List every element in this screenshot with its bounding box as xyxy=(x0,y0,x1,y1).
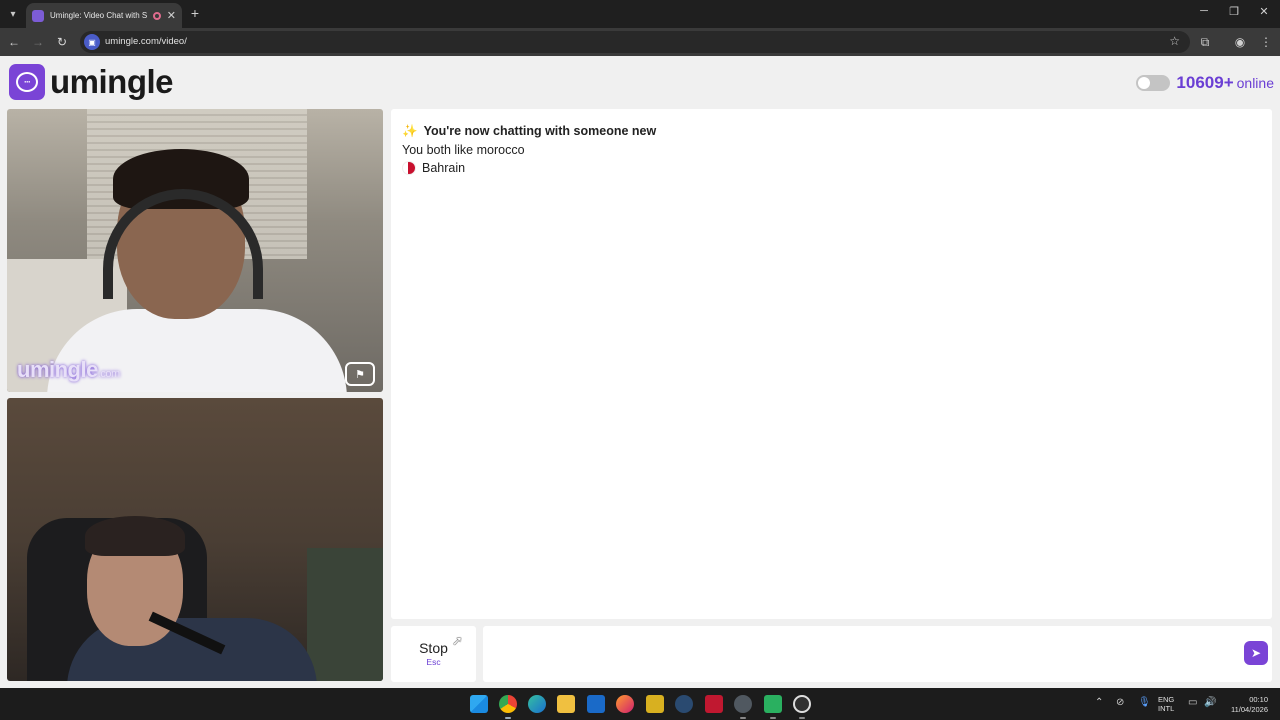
tray-chevron-up-icon[interactable]: ⌃ xyxy=(1095,697,1103,708)
notes-app-icon[interactable] xyxy=(646,695,664,713)
outlook-icon[interactable] xyxy=(587,695,605,713)
taskbar: ⌃ ⊘ 🎙 ENG INTL ▭ 🔊 00:10 11/04/2026 xyxy=(0,688,1280,720)
chat-message: Bahrain xyxy=(402,161,465,175)
stop-button[interactable]: Stop Esc xyxy=(391,626,476,682)
chat-log: ✨ You're now chatting with someone new Yo… xyxy=(391,109,1272,619)
chat-message: ✨ You're now chatting with someone new xyxy=(402,124,657,138)
chrome-icon[interactable] xyxy=(499,695,517,713)
mouse-cursor-icon: ➚ xyxy=(452,633,463,648)
profile-icon[interactable]: ◉ xyxy=(1232,34,1248,50)
settings-app-icon[interactable] xyxy=(734,695,752,713)
close-tab-icon[interactable]: ✕ xyxy=(167,9,176,22)
bookmark-star-icon[interactable]: ☆ xyxy=(1169,34,1180,48)
site-info-icon[interactable]: ▣ xyxy=(84,34,100,50)
tab-title: Umingle: Video Chat with S xyxy=(50,11,148,20)
restore-icon[interactable]: ❐ xyxy=(1226,5,1242,18)
minimize-icon[interactable]: ─ xyxy=(1196,5,1212,17)
edge-icon[interactable] xyxy=(528,695,546,713)
logo-text: umingle xyxy=(50,63,174,100)
report-flag-icon[interactable]: ⚑ xyxy=(345,362,375,386)
display-icon[interactable]: ▭ xyxy=(1188,697,1197,708)
language-indicator[interactable]: ENG INTL xyxy=(1158,695,1174,713)
forward-icon[interactable]: → xyxy=(29,33,47,51)
tab-search-icon[interactable]: ▾ xyxy=(4,5,22,23)
online-status: 10609+ online xyxy=(1136,73,1274,93)
theme-toggle[interactable] xyxy=(1136,75,1171,91)
network-off-icon[interactable]: ⊘ xyxy=(1116,697,1124,708)
new-tab-button[interactable]: + xyxy=(188,5,202,21)
chat-bubble-logo-icon: ··· xyxy=(9,64,45,100)
reload-icon[interactable]: ↻ xyxy=(53,33,71,51)
media-player-icon[interactable] xyxy=(793,695,811,713)
extensions-icon[interactable]: ⧉ xyxy=(1197,34,1213,50)
steam-icon[interactable] xyxy=(675,695,693,713)
browser-toolbar: ← → ↻ ▣ umingle.com/video/ ☆ ⧉ ◉ ⋮ xyxy=(0,28,1280,56)
message-input[interactable] xyxy=(483,626,1272,682)
online-label: online xyxy=(1236,75,1274,91)
stop-shortcut: Esc xyxy=(426,657,441,667)
sparkle-icon: ✨ xyxy=(402,124,418,138)
firefox-icon[interactable] xyxy=(616,695,634,713)
remote-video: umingle.com ⚑ xyxy=(7,109,383,392)
browser-tab[interactable]: Umingle: Video Chat with S ✕ xyxy=(26,3,182,28)
url-text: umingle.com/video/ xyxy=(105,36,187,47)
umingle-favicon-icon xyxy=(32,9,44,22)
chat-message: You both like morocco xyxy=(402,143,525,157)
adobe-icon[interactable] xyxy=(705,695,723,713)
back-icon[interactable]: ← xyxy=(5,33,23,51)
site-logo[interactable]: ··· umingle xyxy=(9,63,174,101)
browser-tab-bar: ▾ Umingle: Video Chat with S ✕ + ─ ❐ ✕ xyxy=(0,0,1280,28)
menu-kebab-icon[interactable]: ⋮ xyxy=(1258,34,1274,50)
microphone-icon[interactable]: 🎙 xyxy=(1138,697,1151,708)
address-bar[interactable]: ▣ umingle.com/video/ ☆ xyxy=(80,31,1190,53)
close-window-icon[interactable]: ✕ xyxy=(1256,5,1272,18)
volume-icon[interactable]: 🔊 xyxy=(1204,697,1216,708)
recording-indicator-icon xyxy=(152,11,161,20)
online-count: 10609+ xyxy=(1176,73,1234,92)
clock[interactable]: 00:10 11/04/2026 xyxy=(1224,695,1268,715)
video-watermark: umingle.com xyxy=(17,357,120,382)
bahrain-flag-icon xyxy=(402,161,416,175)
windows-start-icon[interactable] xyxy=(470,695,488,713)
page: ··· umingle 10609+ online umingle.com ⚑ … xyxy=(0,56,1280,688)
send-icon[interactable]: ➤ xyxy=(1244,641,1268,665)
local-video xyxy=(7,398,383,681)
spreadsheet-app-icon[interactable] xyxy=(764,695,782,713)
file-explorer-icon[interactable] xyxy=(557,695,575,713)
stop-label: Stop xyxy=(419,640,448,656)
